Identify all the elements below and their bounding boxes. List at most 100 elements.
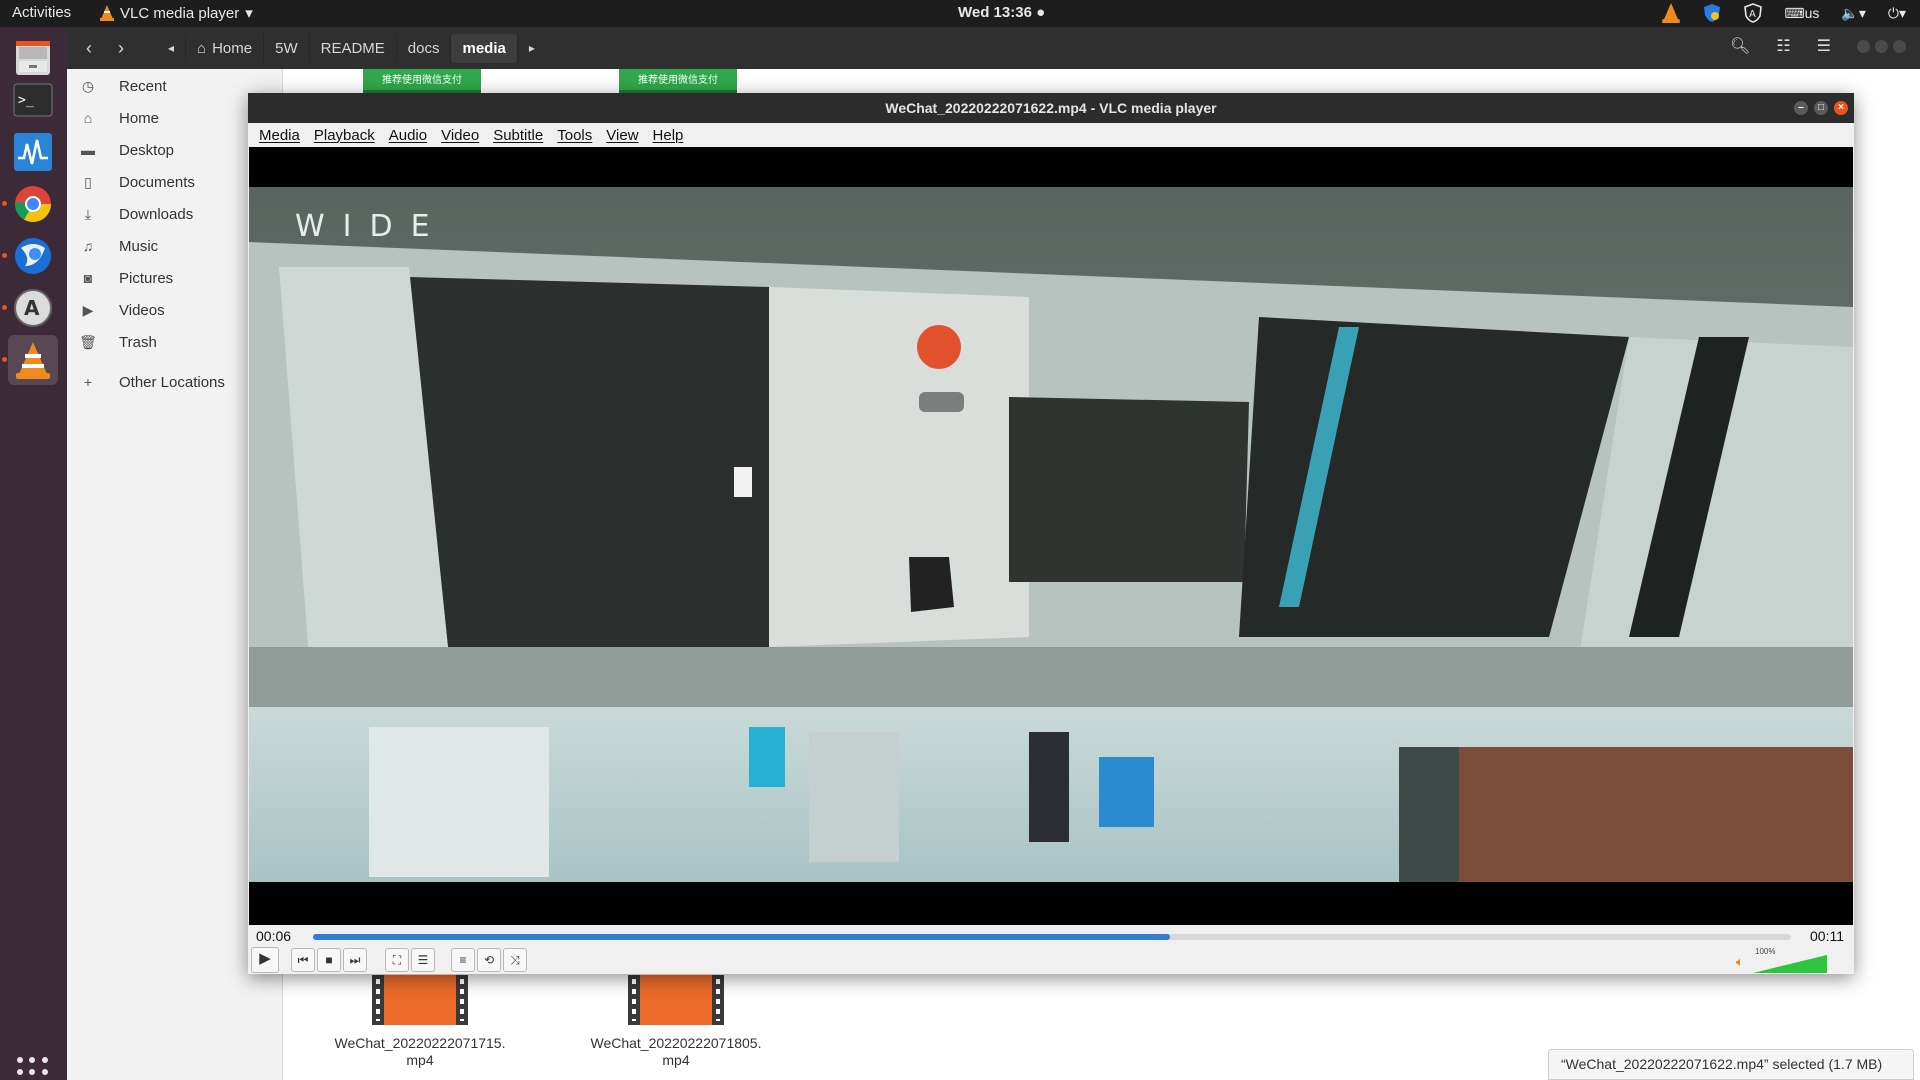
home-icon: ⌂ <box>83 110 93 126</box>
sidebar-item-label: Desktop <box>119 141 175 159</box>
activities-button[interactable]: Activities <box>12 4 71 21</box>
maximize-button[interactable] <box>1875 39 1888 53</box>
breadcrumb-scroll-right-icon[interactable]: ▸ <box>518 35 546 61</box>
seek-slider[interactable] <box>313 934 1791 940</box>
menu-media[interactable]: Media <box>259 127 300 144</box>
vlc-cone-icon <box>100 5 114 21</box>
volume-track <box>1753 955 1827 973</box>
vlc-titlebar[interactable]: WeChat_20220222071622.mp4 - VLC media pl… <box>248 93 1854 123</box>
vlc-window: WeChat_20220222071622.mp4 - VLC media pl… <box>248 93 1854 974</box>
system-monitor-icon <box>14 133 52 171</box>
extended-settings-button[interactable]: ☰ <box>411 948 435 972</box>
dock-terminal[interactable]: >_ <box>8 75 58 125</box>
clock[interactable]: Wed 13:36 ● <box>958 4 1045 21</box>
loop-icon: ⟲ <box>483 953 495 967</box>
thumbnail-banner[interactable]: 推荐使用微信支付 <box>363 69 481 93</box>
hamburger-menu-icon[interactable]: ☰ <box>1817 36 1831 56</box>
menu-video[interactable]: Video <box>441 127 479 144</box>
close-button[interactable]: × <box>1834 101 1848 115</box>
chevron-down-icon: ▾ <box>245 5 253 22</box>
chrome-icon <box>14 186 52 223</box>
vlc-tray-icon[interactable] <box>1662 3 1681 23</box>
file-name: WeChat_20220222071715. mp4 <box>334 1035 506 1068</box>
minimize-button[interactable]: – <box>1794 101 1808 115</box>
video-file-icon <box>628 975 724 1025</box>
speaker-icon[interactable]: 🔈▾ <box>1841 5 1865 22</box>
camera-icon: ◙ <box>83 270 93 286</box>
window-title: WeChat_20220222071622.mp4 - VLC media pl… <box>885 100 1217 116</box>
running-indicator <box>2 305 7 310</box>
dock-vlc[interactable] <box>8 335 58 385</box>
menu-help[interactable]: Help <box>653 127 684 144</box>
menu-playback[interactable]: Playback <box>314 127 375 144</box>
running-indicator <box>2 357 7 362</box>
breadcrumb-scroll-left-icon[interactable]: ◂ <box>157 35 187 61</box>
menu-audio[interactable]: Audio <box>389 127 427 144</box>
top-bar: Activities VLC media player ▾ Wed 13:36 … <box>0 0 1920 27</box>
file-item[interactable]: WeChat_20220222071805. mp4 <box>581 975 771 1069</box>
forward-arrow-icon[interactable]: › <box>107 35 135 61</box>
software-updater-icon: A <box>14 289 52 327</box>
file-item[interactable]: WeChat_20220222071715. mp4 <box>325 975 515 1069</box>
svg-text:>_: >_ <box>18 93 34 108</box>
time-total[interactable]: 00:11 <box>1810 928 1844 944</box>
files-headerbar: ‹ › ◂ ⌂ Home 5W README docs media ▸ 🔍︎ ☷ … <box>67 27 1920 69</box>
breadcrumb-media[interactable]: media <box>451 33 518 63</box>
breadcrumb-5w[interactable]: 5W <box>264 33 310 63</box>
view-options-icon[interactable]: ☷ <box>1776 36 1790 56</box>
svg-text:A: A <box>24 296 40 320</box>
menu-view[interactable]: View <box>606 127 638 144</box>
keyboard-layout[interactable]: ⌨us <box>1784 5 1819 22</box>
volume-label: 100% <box>1755 947 1776 956</box>
sidebar-item-label: Downloads <box>119 205 194 223</box>
dock-thunderbird[interactable] <box>8 231 58 281</box>
dock-chrome[interactable] <box>8 179 58 229</box>
time-elapsed[interactable]: 00:06 <box>256 928 291 944</box>
document-icon: ▯ <box>84 173 92 190</box>
play-button[interactable]: ▶ <box>251 947 279 973</box>
shield-update-icon[interactable] <box>1702 3 1722 23</box>
sidebar-item-label: Music <box>119 237 159 255</box>
next-button[interactable]: ⏭ <box>343 948 367 972</box>
power-icon[interactable]: ⏻▾ <box>1888 5 1906 22</box>
system-tray: A ⌨us 🔈▾ ⏻▾ <box>1662 3 1906 23</box>
sidebar-item-label: Recent <box>119 77 167 95</box>
video-icon: ▶ <box>82 301 94 318</box>
back-arrow-icon[interactable]: ‹ <box>75 35 103 61</box>
volume-slider[interactable]: 100% <box>1743 947 1833 973</box>
menu-subtitle[interactable]: Subtitle <box>493 127 543 144</box>
breadcrumb-home[interactable]: ⌂ Home <box>186 33 265 63</box>
close-button[interactable] <box>1893 39 1906 53</box>
seek-row: 00:06 00:11 <box>248 925 1854 947</box>
search-icon[interactable]: 🔍︎ <box>1730 36 1750 56</box>
accessibility-icon[interactable]: A <box>1744 3 1763 23</box>
app-menu[interactable]: VLC media player ▾ <box>100 4 253 22</box>
vlc-window-controls: – □ × <box>1794 101 1848 115</box>
playlist-button[interactable]: ≡ <box>451 948 475 972</box>
dock-software-updater[interactable]: A <box>8 283 58 333</box>
breadcrumb-readme[interactable]: README <box>310 33 397 63</box>
play-icon: ▶ <box>259 950 271 967</box>
thumbnail-banner[interactable]: 推荐使用微信支付 <box>619 69 737 93</box>
breadcrumb: ◂ ⌂ Home 5W README docs media ▸ <box>157 33 546 63</box>
sidebar-item-label: Videos <box>119 301 165 319</box>
show-applications-grid-icon[interactable] <box>17 1057 49 1080</box>
video-area[interactable]: WIDE <box>249 147 1853 925</box>
fullscreen-button[interactable]: ⛶ <box>385 948 409 972</box>
breadcrumb-docs[interactable]: docs <box>397 33 452 63</box>
stop-icon: ■ <box>325 953 333 967</box>
previous-button[interactable]: ⏮ <box>291 948 315 972</box>
menu-tools[interactable]: Tools <box>557 127 592 144</box>
loop-button[interactable]: ⟲ <box>477 948 501 972</box>
shuffle-button[interactable]: ⤨ <box>503 948 527 972</box>
app-menu-label: VLC media player <box>120 4 240 22</box>
download-icon: ⤓ <box>84 205 92 222</box>
skip-previous-icon: ⏮ <box>297 953 309 967</box>
dock-system-monitor[interactable] <box>8 127 58 177</box>
video-frame: WIDE <box>249 187 1853 882</box>
shuffle-icon: ⤨ <box>510 953 520 967</box>
minimize-button[interactable] <box>1857 39 1870 53</box>
maximize-button[interactable]: □ <box>1814 101 1828 115</box>
stop-button[interactable]: ■ <box>317 948 341 972</box>
svg-text:A: A <box>1749 9 1756 20</box>
